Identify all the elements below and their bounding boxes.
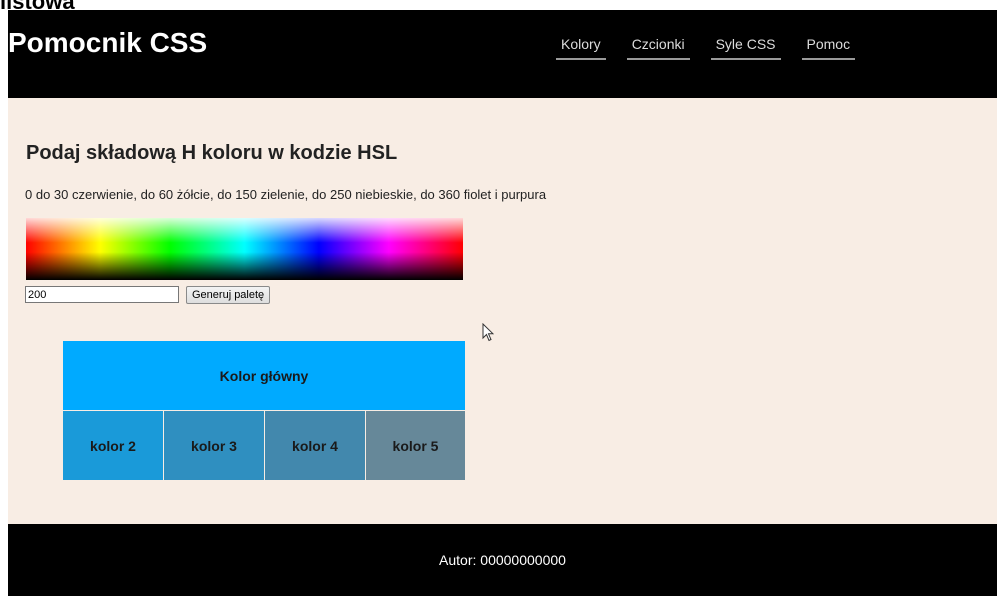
author-text: Autor: 00000000000 [439,552,566,568]
hue-range-hint: 0 do 30 czerwienie, do 60 żółcie, do 150… [25,187,547,202]
main-nav: Kolory Czcionki Syle CSS Pomoc [556,36,856,60]
generate-palette-button[interactable]: Generuj paletę [186,286,271,304]
nav-link-pomoc[interactable]: Pomoc [801,36,856,60]
nav-link-kolory[interactable]: Kolory [556,36,606,60]
swatch-kolor-3: kolor 3 [164,411,264,480]
swatch-kolor-4: kolor 4 [265,411,365,480]
main-content: Podaj składową H koloru w kodzie HSL 0 d… [8,98,997,524]
site-footer: Autor: 00000000000 [8,524,997,596]
hue-input[interactable] [25,286,179,303]
site-header: Pomocnik CSS Kolory Czcionki Syle CSS Po… [8,10,997,98]
color-spectrum-image [26,218,463,280]
page-heading: Podaj składową H koloru w kodzie HSL [26,142,398,164]
nav-link-style-css[interactable]: Syle CSS [710,36,781,60]
swatch-kolor-2: kolor 2 [63,411,163,480]
swatch-kolor-5: kolor 5 [366,411,465,480]
main-color-swatch: Kolor główny [63,341,465,410]
page: Pomocnik CSS Kolory Czcionki Syle CSS Po… [8,10,997,596]
mouse-pointer-icon [482,323,494,342]
site-logo: Pomocnik CSS [8,27,208,58]
nav-link-czcionki[interactable]: Czcionki [626,36,690,60]
color-palette: Kolor główny kolor 2 kolor 3 kolor 4 kol… [63,341,465,481]
